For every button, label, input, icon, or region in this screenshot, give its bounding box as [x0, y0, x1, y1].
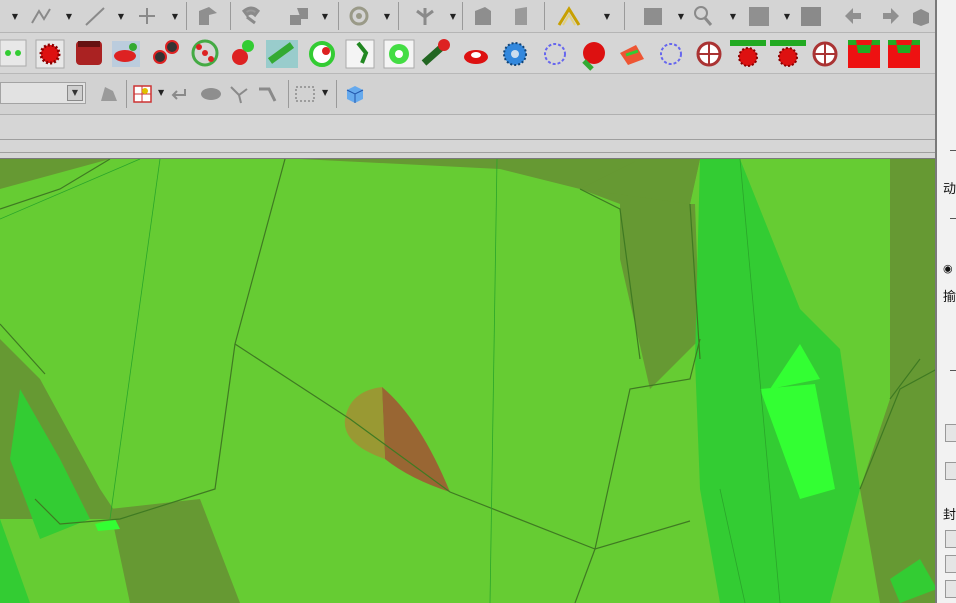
panel-label: 动 [943, 182, 956, 197]
dropdown-arrow-icon[interactable]: ▼ [2, 4, 28, 28]
dropdown-arrow-icon[interactable]: ▼ [312, 4, 338, 28]
separator [288, 80, 289, 108]
panel-field[interactable] [945, 462, 956, 480]
revolve-icon[interactable] [238, 4, 264, 28]
panel-field[interactable] [945, 424, 956, 442]
hat-icon[interactable] [556, 4, 582, 28]
sketch-line-icon[interactable] [28, 4, 54, 28]
rack-icon[interactable] [620, 45, 644, 65]
separator [338, 2, 339, 30]
solid-icon[interactable] [286, 4, 312, 28]
tool-icon[interactable] [254, 82, 280, 106]
separator [126, 80, 127, 108]
dropdown-arrow-icon[interactable]: ▼ [322, 88, 328, 97]
toolbar-row-tools: ▼ ▼ ▼ [0, 74, 935, 115]
bearing-icon[interactable] [309, 41, 335, 67]
model-icon[interactable] [96, 82, 122, 106]
lever-icon[interactable] [421, 39, 450, 66]
wheel-2-icon[interactable] [812, 41, 838, 67]
block-icon[interactable] [798, 4, 824, 28]
dropdown-arrow-icon[interactable]: ▼ [720, 4, 746, 28]
model-surface [0, 159, 937, 603]
wheel-icon[interactable] [696, 41, 722, 67]
panel-field[interactable] [945, 580, 956, 598]
separator [398, 2, 399, 30]
panel-field[interactable] [945, 555, 956, 573]
cam-2-icon[interactable] [888, 40, 920, 68]
toolbar-row-gears [0, 33, 935, 74]
point-icon[interactable] [134, 4, 160, 28]
model-viewport[interactable] [0, 159, 937, 603]
cam-icon[interactable] [848, 40, 880, 68]
view-icon[interactable] [690, 4, 716, 28]
divider [950, 218, 956, 219]
split-icon[interactable] [226, 82, 252, 106]
dots-icon[interactable] [0, 39, 27, 67]
gear-outline-icon[interactable] [660, 43, 682, 65]
chevron-down-icon[interactable]: ▼ [67, 85, 83, 101]
block-icon[interactable] [640, 4, 666, 28]
dropdown-arrow-icon[interactable]: ▼ [774, 4, 800, 28]
separator [186, 2, 187, 30]
blob-icon[interactable] [198, 82, 224, 106]
divider [950, 370, 956, 371]
gear-stand-2-icon[interactable] [770, 40, 806, 67]
line-icon[interactable] [82, 4, 108, 28]
divider [0, 152, 935, 153]
dropdown-arrow-icon[interactable]: ▼ [162, 4, 188, 28]
dropdown-arrow-icon[interactable]: ▼ [108, 4, 134, 28]
separator [544, 2, 545, 30]
gear-set-icon[interactable] [232, 40, 254, 65]
property-panel: 动 ◉ 揄 封 [935, 0, 956, 603]
spring-icon[interactable] [345, 39, 375, 69]
separator [624, 2, 625, 30]
toolbar-row-sketch: ▼ ▼ ▼ ▼ ▼ ▼ ▼ ▼ ▼ ▼ ▼ [0, 0, 935, 33]
dropdown-arrow-icon[interactable]: ▼ [594, 4, 620, 28]
gear-toolbar-icons [0, 39, 920, 71]
panel-icon[interactable] [508, 4, 534, 28]
arrow-left-icon[interactable] [840, 4, 866, 28]
toolbar-row-empty [0, 115, 935, 159]
radio-icon[interactable]: ◉ [943, 262, 953, 275]
helical-gear-icon[interactable] [112, 41, 140, 67]
disc-icon[interactable] [464, 50, 488, 64]
dropdown-arrow-icon[interactable]: ▼ [374, 4, 400, 28]
panel-field[interactable] [945, 530, 956, 548]
worm-gear-icon[interactable] [503, 42, 527, 66]
divider [0, 139, 935, 140]
separator [336, 80, 337, 108]
tree-icon[interactable] [412, 4, 438, 28]
panel-label: 揄 [943, 290, 956, 305]
separator [462, 2, 463, 30]
grid-snap-icon[interactable] [130, 82, 156, 106]
circular-pattern-icon[interactable] [346, 4, 372, 28]
sprocket-pair-icon[interactable] [153, 40, 179, 64]
extrude-icon[interactable] [194, 4, 220, 28]
select-box-icon[interactable] [292, 82, 318, 106]
arrow-right-icon[interactable] [878, 4, 904, 28]
undo-icon[interactable] [168, 82, 194, 106]
gear-stand-icon[interactable] [730, 40, 766, 67]
bevel-gear-icon[interactable] [582, 42, 605, 71]
dropdown-arrow-icon[interactable]: ▼ [56, 4, 82, 28]
filter-combo[interactable]: ▼ [0, 82, 86, 104]
surface-icon[interactable] [470, 4, 496, 28]
part-icon[interactable] [908, 4, 934, 28]
shape-icon[interactable] [746, 4, 772, 28]
cube-icon[interactable] [342, 82, 368, 106]
divider [950, 150, 956, 151]
star-gear-icon[interactable] [544, 43, 566, 65]
dropdown-arrow-icon[interactable]: ▼ [158, 88, 164, 97]
shaft-icon[interactable] [266, 40, 298, 68]
cylinder-gear-icon[interactable] [76, 41, 102, 65]
planetary-gear-icon[interactable] [191, 39, 219, 67]
spur-gear-icon[interactable] [35, 39, 65, 69]
panel-label: 封 [943, 508, 956, 523]
separator [230, 2, 231, 30]
ring-icon[interactable] [383, 39, 415, 69]
